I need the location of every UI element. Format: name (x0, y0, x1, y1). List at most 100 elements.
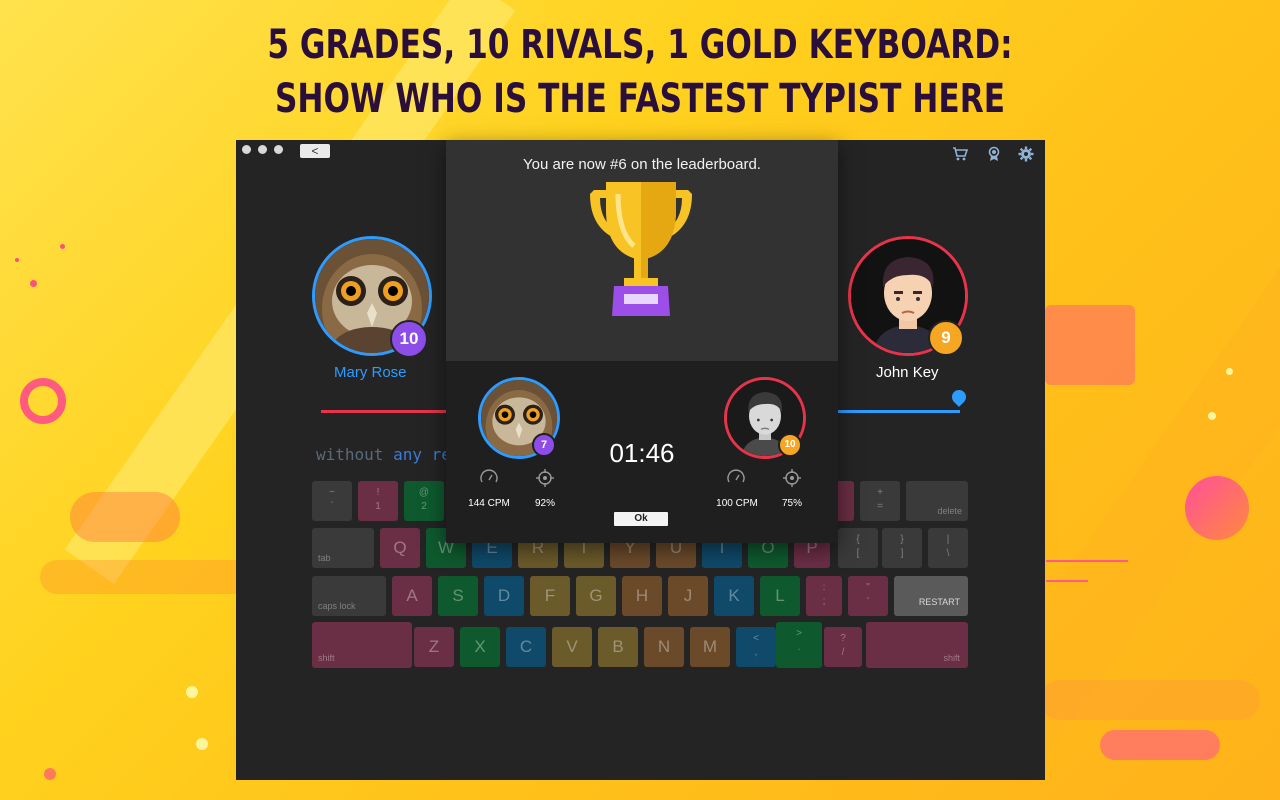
key-z[interactable]: Z (414, 627, 454, 667)
key-label: K (728, 586, 740, 605)
result-grade-badge-left: 7 (532, 433, 556, 457)
key-q[interactable]: Q (380, 528, 420, 568)
key-label: S (452, 586, 464, 605)
background-dot (196, 738, 208, 750)
speed-icon (480, 469, 498, 483)
key-x[interactable]: X (460, 627, 500, 667)
key-b[interactable]: B (598, 627, 638, 667)
key-g[interactable]: G (576, 576, 616, 616)
key-period[interactable]: >. (776, 622, 822, 668)
key-label: caps lock (318, 601, 356, 611)
key-label: Z (428, 637, 440, 656)
cpm-left: 144 CPM (468, 498, 510, 509)
key-1[interactable]: ! 1 (358, 481, 398, 521)
background-ring (20, 378, 66, 424)
key-label: tab (318, 553, 331, 563)
key-label: H (635, 586, 649, 605)
restart-button[interactable]: RESTART (894, 576, 968, 616)
background-dot (30, 280, 37, 287)
key-sublabel: ; (822, 596, 826, 607)
background-dot (1208, 412, 1216, 420)
background-dot (44, 768, 56, 780)
key-sublabel: , (754, 647, 758, 658)
key-label: F (544, 586, 556, 605)
background-dot (186, 686, 198, 698)
result-header: You are now #6 on the leaderboard. (446, 140, 838, 361)
key-slash[interactable]: ? / (824, 627, 862, 667)
trophy-icon (590, 182, 692, 316)
key-label: " (866, 582, 870, 593)
key-label: V (566, 637, 578, 656)
key-label: + (877, 487, 883, 498)
key-sublabel: ` (330, 501, 334, 512)
key-j[interactable]: J (668, 576, 708, 616)
key-label: C (519, 637, 533, 656)
key-sublabel: \ (946, 548, 950, 559)
key-shift-left[interactable]: shift (312, 622, 412, 668)
accuracy-icon (536, 469, 554, 487)
key-label: ! (376, 487, 380, 498)
key-colon[interactable]: :; (806, 576, 842, 616)
restart-label: RESTART (918, 597, 960, 607)
key-v[interactable]: V (552, 627, 592, 667)
speed-icon (727, 469, 745, 483)
key-c[interactable]: C (506, 627, 546, 667)
key-right-brace[interactable]: }] (882, 528, 922, 568)
key-sublabel: 1 (375, 501, 381, 512)
key-tab[interactable]: tab (312, 528, 374, 568)
headline-line-1: 5 GRADES, 10 RIVALS, 1 GOLD KEYBOARD: (267, 22, 1013, 68)
accuracy-left: 92% (534, 498, 555, 509)
key-label: < (753, 633, 759, 644)
key-caps-lock[interactable]: caps lock (312, 576, 386, 616)
key-left-brace[interactable]: {[ (838, 528, 878, 568)
key-pipe[interactable]: | \ (928, 528, 968, 568)
background-dot (60, 244, 65, 249)
key-quote[interactable]: " ' (848, 576, 888, 616)
key-comma[interactable]: <, (736, 627, 776, 667)
key-sublabel: ' (867, 596, 869, 607)
key-label: | (946, 534, 950, 545)
key-n[interactable]: N (644, 627, 684, 667)
key-d[interactable]: D (484, 576, 524, 616)
background-bar (1045, 305, 1135, 385)
key-sublabel: ] (900, 548, 904, 559)
background-dot (1226, 368, 1233, 375)
key-l[interactable]: L (760, 576, 800, 616)
key-label: D (497, 586, 511, 605)
key-label: shift (318, 653, 335, 663)
race-timer: 01:46 (609, 438, 675, 468)
key-label: Q (393, 538, 407, 557)
key-tilde[interactable]: ~ ` (312, 481, 352, 521)
key-a[interactable]: A (392, 576, 432, 616)
key-2[interactable]: @2 (404, 481, 444, 521)
key-sublabel: / (841, 647, 845, 658)
key-plus[interactable]: + = (860, 481, 900, 521)
key-shift-right[interactable]: shift (866, 622, 968, 668)
key-f[interactable]: F (530, 576, 570, 616)
key-label: B (612, 637, 624, 656)
key-label: ~ (329, 487, 335, 498)
key-sublabel: 2 (421, 501, 427, 512)
cpm-right: 100 CPM (716, 498, 758, 509)
background-line (1046, 560, 1128, 562)
key-h[interactable]: H (622, 576, 662, 616)
key-label: delete (937, 506, 962, 516)
background-circle (1185, 476, 1249, 540)
key-label: L (775, 586, 785, 605)
key-label: A (406, 586, 418, 605)
background-bar (1100, 730, 1220, 760)
key-m[interactable]: M (690, 627, 730, 667)
key-s[interactable]: S (438, 576, 478, 616)
key-delete[interactable]: delete (906, 481, 968, 521)
key-label: J (683, 586, 693, 605)
key-label: @ (418, 487, 430, 498)
key-label: N (657, 637, 671, 656)
key-label: > (796, 628, 802, 639)
key-label: G (589, 586, 603, 605)
key-label: : (822, 582, 826, 593)
accuracy-right: 75% (781, 498, 802, 509)
ok-button[interactable]: Ok (614, 512, 668, 526)
accuracy-icon (783, 469, 801, 487)
key-k[interactable]: K (714, 576, 754, 616)
result-dialog: You are now #6 on the leaderboard. 7 144… (446, 140, 838, 543)
